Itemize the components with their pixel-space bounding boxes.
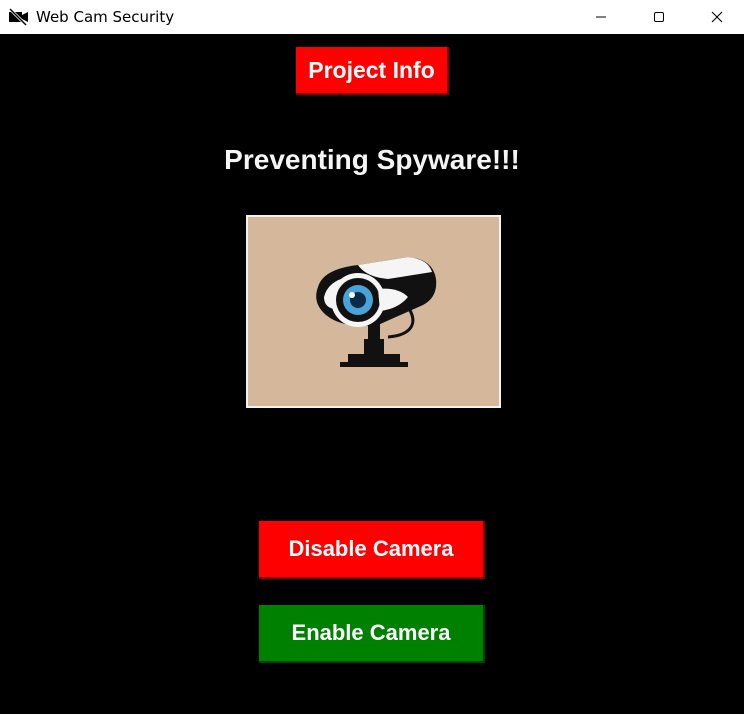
security-camera-icon [316,257,437,367]
minimize-icon [596,16,606,18]
disable-camera-button[interactable]: Disable Camera [259,521,485,579]
maximize-icon [654,12,664,22]
title-bar: Web Cam Security [0,0,744,34]
enable-camera-button[interactable]: Enable Camera [259,605,485,663]
main-content: Project Info Preventing Spyware!!! Disab… [0,34,744,714]
page-heading: Preventing Spyware!!! [224,144,520,175]
security-camera-image [246,215,501,408]
window-title: Web Cam Security [36,8,175,26]
camera-off-icon [8,7,30,27]
maximize-button[interactable] [630,0,688,34]
project-info-button[interactable]: Project Info [296,47,449,95]
minimize-button[interactable] [572,0,630,34]
close-icon [711,11,723,23]
close-button[interactable] [688,0,744,34]
app-window: Web Cam Security Project Info Preventing… [0,0,744,714]
